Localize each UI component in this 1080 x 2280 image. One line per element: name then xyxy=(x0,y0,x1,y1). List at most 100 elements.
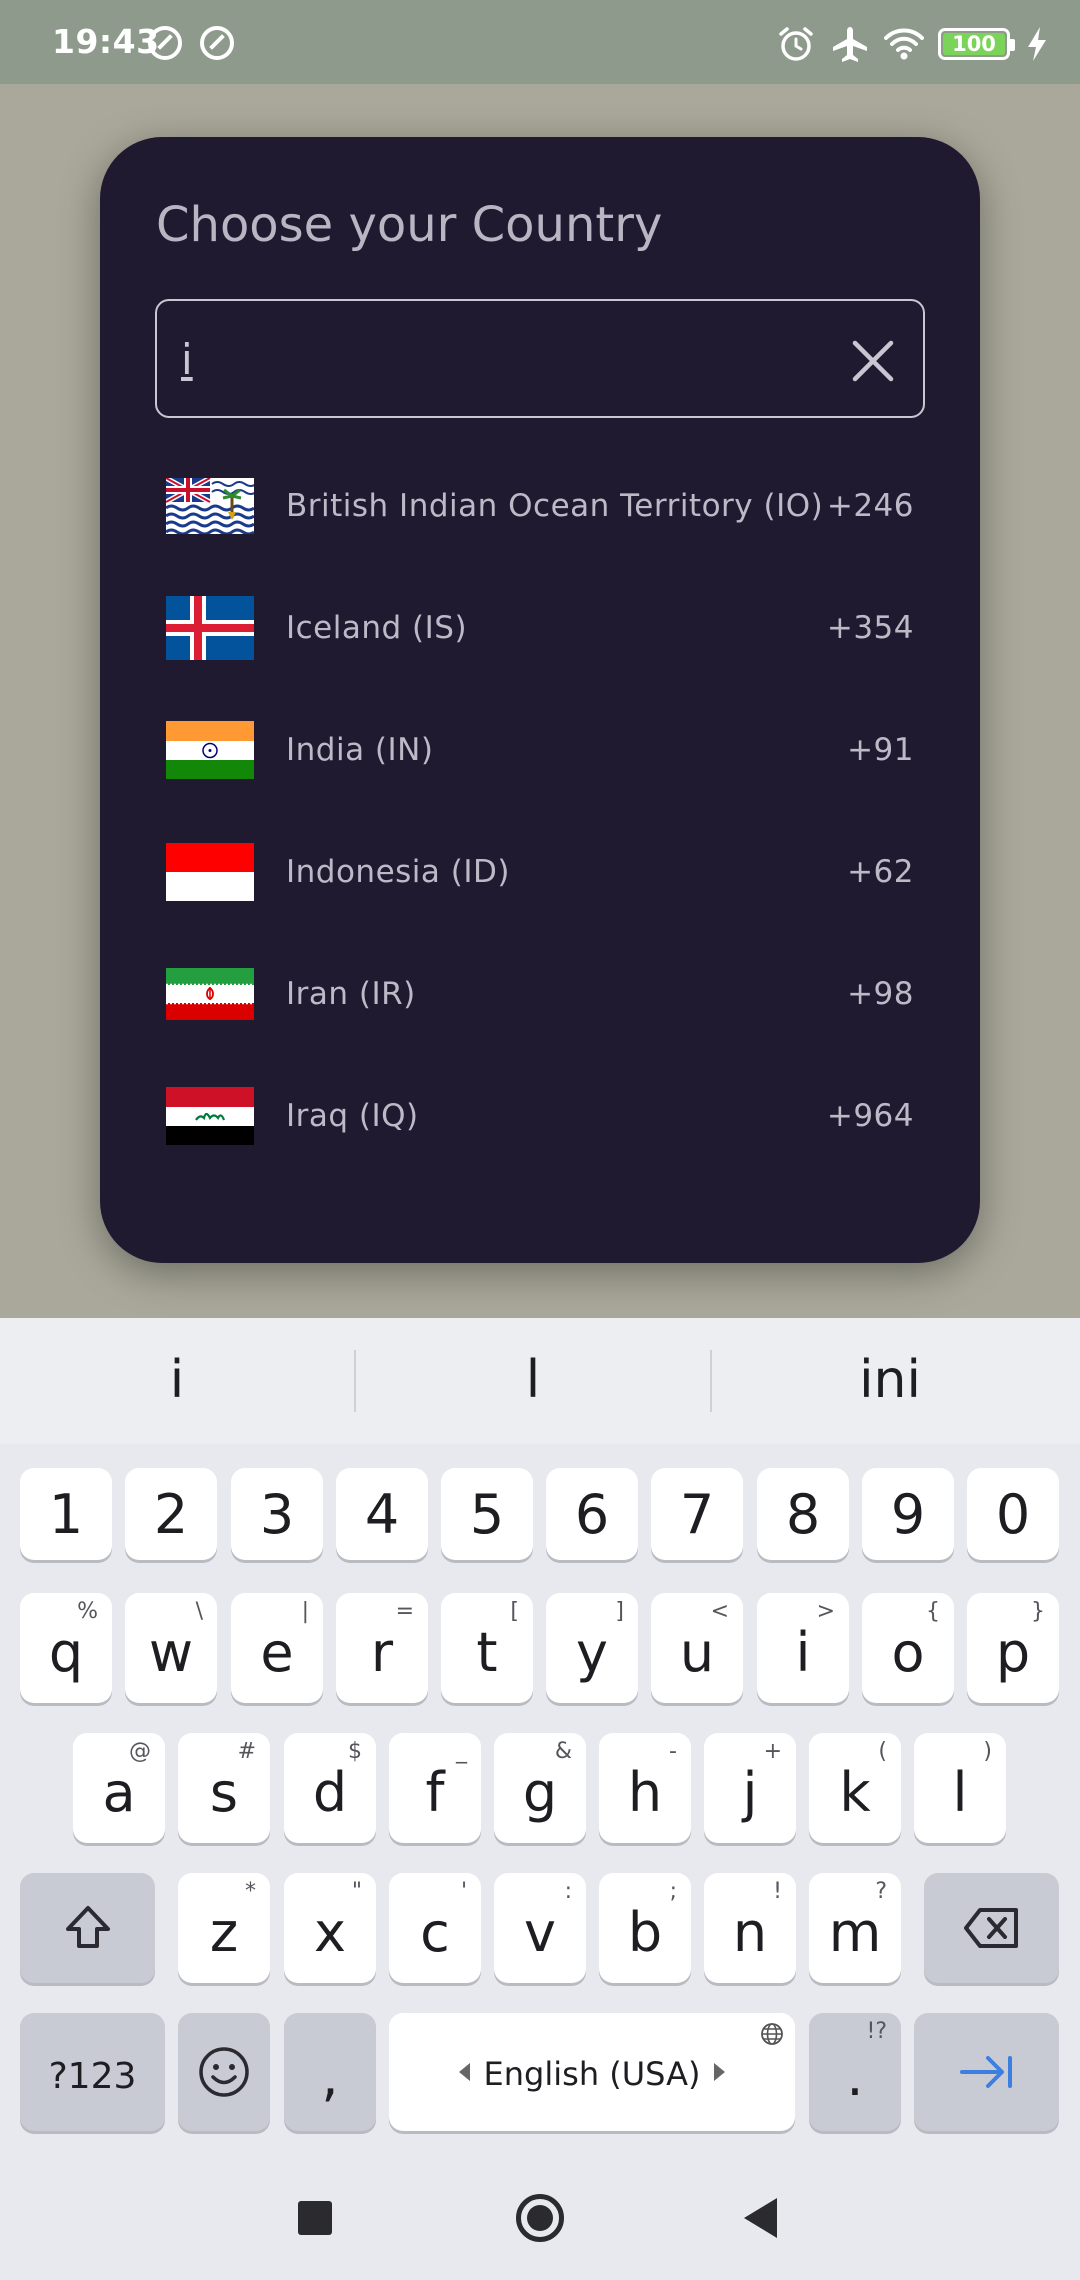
key-label: 1 xyxy=(48,1482,84,1546)
key-hint: ! xyxy=(773,1879,782,1904)
key-r[interactable]: = r xyxy=(336,1593,428,1703)
country-row[interactable]: Iraq (IQ) +964 xyxy=(100,1055,980,1177)
key-hint: | xyxy=(301,1599,309,1624)
space-key[interactable]: English (USA) xyxy=(389,2013,795,2131)
key-label: 6 xyxy=(574,1482,610,1546)
key-m[interactable]: ? m xyxy=(809,1873,901,1983)
key-label: l xyxy=(952,1760,968,1824)
key-label: 2 xyxy=(153,1482,189,1546)
dialog-title: Choose your Country xyxy=(156,197,663,253)
key-4[interactable]: 4 xyxy=(336,1468,428,1560)
key-q[interactable]: % q xyxy=(20,1593,112,1703)
key-label: . xyxy=(846,2044,864,2108)
key-label: q xyxy=(48,1620,84,1684)
key-8[interactable]: 8 xyxy=(757,1468,849,1560)
key-5[interactable]: 5 xyxy=(441,1468,533,1560)
country-row[interactable]: Iran (IR) +98 xyxy=(100,933,980,1055)
period-key[interactable]: !? . xyxy=(809,2013,901,2131)
clear-search-button[interactable] xyxy=(847,335,899,387)
globe-icon xyxy=(761,2023,783,2045)
key-label: 3 xyxy=(259,1482,295,1546)
suggestion-2[interactable]: l xyxy=(383,1350,683,1410)
country-name: Iceland (IS) xyxy=(286,610,468,646)
key-c[interactable]: ' c xyxy=(389,1873,481,1983)
next-key[interactable] xyxy=(914,2013,1059,2131)
country-row[interactable]: India (IN) +91 xyxy=(100,689,980,811)
alarm-icon xyxy=(779,27,813,61)
key-l[interactable]: ) l xyxy=(914,1733,1006,1843)
shift-key[interactable] xyxy=(20,1873,155,1983)
key-label: e xyxy=(260,1620,294,1684)
key-b[interactable]: ; b xyxy=(599,1873,691,1983)
key-d[interactable]: $ d xyxy=(284,1733,376,1843)
key-i[interactable]: > i xyxy=(757,1593,849,1703)
key-w[interactable]: \ w xyxy=(125,1593,217,1703)
key-e[interactable]: | e xyxy=(231,1593,323,1703)
back-button[interactable] xyxy=(744,2198,777,2238)
key-hint: \ xyxy=(195,1599,203,1624)
key-y[interactable]: ] y xyxy=(546,1593,638,1703)
country-dial-code: +91 xyxy=(847,732,914,768)
key-hint: > xyxy=(816,1599,835,1624)
key-g[interactable]: & g xyxy=(494,1733,586,1843)
key-x[interactable]: " x xyxy=(284,1873,376,1983)
backspace-key[interactable] xyxy=(924,1873,1059,1983)
country-name: Iran (IR) xyxy=(286,976,416,1012)
suggestion-3[interactable]: ini xyxy=(740,1350,1040,1410)
key-0[interactable]: 0 xyxy=(967,1468,1059,1560)
country-row[interactable]: British Indian Ocean Territory (IO) +246 xyxy=(100,445,980,567)
tab-next-icon xyxy=(959,2056,1012,2088)
country-name: British Indian Ocean Territory (IO) xyxy=(286,488,824,524)
key-label: s xyxy=(209,1760,239,1824)
key-label: 0 xyxy=(995,1482,1031,1546)
key-u[interactable]: < u xyxy=(651,1593,743,1703)
space-label: English (USA) xyxy=(483,2055,701,2093)
key-a[interactable]: @ a xyxy=(73,1733,165,1843)
key-t[interactable]: [t xyxy=(441,1593,533,1703)
key-2[interactable]: 2 xyxy=(125,1468,217,1560)
country-row[interactable]: Indonesia (ID) +62 xyxy=(100,811,980,933)
key-3[interactable]: 3 xyxy=(231,1468,323,1560)
key-p[interactable]: } p xyxy=(967,1593,1059,1703)
search-box xyxy=(155,299,925,418)
country-dial-code: +354 xyxy=(826,610,914,646)
key-label: b xyxy=(627,1900,663,1964)
comma-key[interactable]: , xyxy=(284,2013,376,2131)
key-k[interactable]: (k xyxy=(809,1733,901,1843)
key-v[interactable]: :v xyxy=(494,1873,586,1983)
suggestion-divider xyxy=(710,1350,712,1412)
key-label: 5 xyxy=(469,1482,505,1546)
country-name: Indonesia (ID) xyxy=(286,854,510,890)
key-f[interactable]: _ f xyxy=(389,1733,481,1843)
key-hint: & xyxy=(554,1739,572,1764)
key-j[interactable]: + j xyxy=(704,1733,796,1843)
key-9[interactable]: 9 xyxy=(862,1468,954,1560)
recents-button[interactable] xyxy=(298,2201,332,2235)
navigation-bar xyxy=(0,2140,1080,2280)
key-s[interactable]: # s xyxy=(178,1733,270,1843)
search-input[interactable] xyxy=(181,323,831,395)
key-label: m xyxy=(828,1900,882,1964)
key-h[interactable]: -h xyxy=(599,1733,691,1843)
country-dial-code: +62 xyxy=(847,854,914,890)
wifi-icon xyxy=(884,28,924,60)
symbols-key[interactable]: ?123 xyxy=(20,2013,165,2131)
flag-in-icon xyxy=(166,721,254,779)
home-button[interactable] xyxy=(516,2194,564,2242)
country-row[interactable]: Iceland (IS) +354 xyxy=(100,567,980,689)
key-1[interactable]: 1 xyxy=(20,1468,112,1560)
battery-icon: 100 xyxy=(938,28,1015,60)
key-z[interactable]: * z xyxy=(178,1873,270,1983)
key-hint: " xyxy=(351,1879,362,1904)
key-label: ?123 xyxy=(48,2055,137,2097)
suggestion-1[interactable]: i xyxy=(27,1350,327,1410)
key-n[interactable]: ! n xyxy=(704,1873,796,1983)
emoji-key[interactable] xyxy=(178,2013,270,2131)
key-7[interactable]: 7 xyxy=(651,1468,743,1560)
key-o[interactable]: {o xyxy=(862,1593,954,1703)
key-6[interactable]: 6 xyxy=(546,1468,638,1560)
key-hint: + xyxy=(763,1739,782,1764)
key-hint: [ xyxy=(510,1599,519,1624)
key-label: w xyxy=(148,1620,194,1684)
flag-id-icon xyxy=(166,843,254,901)
